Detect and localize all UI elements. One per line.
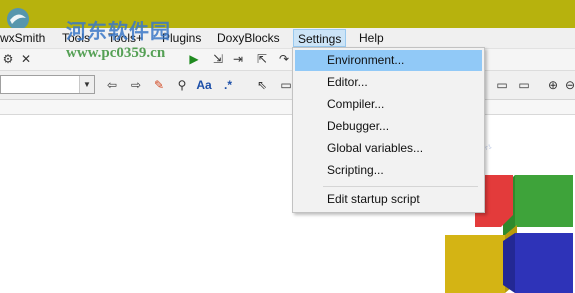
next-line-icon[interactable]: ↷	[276, 51, 292, 67]
menu-item-scripting[interactable]: Scripting...	[295, 160, 482, 181]
rectangle-icon[interactable]: ▭	[494, 77, 510, 93]
step-into-icon[interactable]: ⇲	[210, 51, 226, 67]
match-case-icon[interactable]: Aa	[196, 77, 212, 93]
menu-doxyblocks[interactable]: DoxyBlocks	[213, 28, 284, 48]
rectangle-icon[interactable]: ▭	[516, 77, 532, 93]
menu-item-compiler[interactable]: Compiler...	[295, 94, 482, 115]
regex-icon[interactable]: .*	[220, 77, 236, 93]
menu-item-global-variables[interactable]: Global variables...	[295, 138, 482, 159]
back-arrow-icon[interactable]: ⇦	[104, 77, 120, 93]
menu-item-debugger[interactable]: Debugger...	[295, 116, 482, 137]
menu-separator	[323, 186, 478, 187]
chevron-down-icon[interactable]: ▼	[79, 76, 94, 93]
menu-help[interactable]: Help	[355, 28, 388, 48]
search-combo[interactable]: ▼	[0, 75, 95, 94]
watermark-url: www.pc0359.cn	[66, 45, 166, 61]
zoom-out-icon[interactable]: ⊖	[562, 77, 575, 93]
settings-gear-icon[interactable]: ⚙	[0, 51, 16, 67]
run-icon[interactable]: ▶	[186, 51, 202, 67]
zoom-in-icon[interactable]: ⊕	[545, 77, 561, 93]
menu-settings[interactable]: Settings	[293, 29, 347, 47]
menu-item-editor[interactable]: Editor...	[295, 72, 482, 93]
settings-dropdown-menu: Environment... Editor... Compiler... Deb…	[292, 47, 485, 213]
menu-wxsmith[interactable]: wxSmith	[0, 28, 49, 48]
step-over-icon[interactable]: ⇥	[230, 51, 246, 67]
highlight-pen-icon[interactable]: ✎	[151, 77, 167, 93]
menu-item-environment[interactable]: Environment...	[295, 50, 482, 71]
select-icon[interactable]: ⇖	[254, 77, 270, 93]
step-out-icon[interactable]: ⇱	[254, 51, 270, 67]
toolbar-search: ▼ ⇦ ⇨ ✎ ⚲ Aa .* ⇖ ▭ ▭ ▭ ⊕ ⊖	[0, 71, 575, 100]
editor-tabs-strip	[0, 100, 575, 115]
menu-item-edit-startup-script[interactable]: Edit startup script	[295, 189, 482, 210]
forward-arrow-icon[interactable]: ⇨	[128, 77, 144, 93]
watermark-text: 河东软件园	[66, 19, 171, 43]
close-icon[interactable]: ✕	[18, 51, 34, 67]
spellcheck-icon[interactable]: ⚲	[174, 77, 190, 93]
